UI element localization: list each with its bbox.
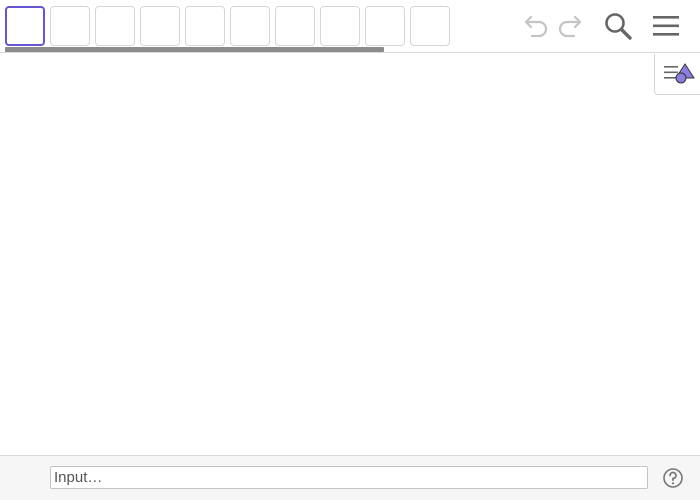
menu-icon[interactable] <box>650 10 682 42</box>
geogebra-app <box>0 0 700 500</box>
search-icon[interactable] <box>602 10 634 42</box>
tool-button-4[interactable] <box>140 6 180 46</box>
tool-button-10[interactable] <box>410 6 450 46</box>
redo-icon[interactable] <box>556 10 588 42</box>
tool-button-7[interactable] <box>275 6 315 46</box>
graphics-view[interactable] <box>0 53 700 455</box>
tool-button-5[interactable] <box>185 6 225 46</box>
tool-button-2[interactable] <box>50 6 90 46</box>
toolbar <box>0 0 700 53</box>
undo-icon[interactable] <box>518 10 550 42</box>
tool-button-1[interactable] <box>5 6 45 46</box>
tool-button-3[interactable] <box>95 6 135 46</box>
tool-button-9[interactable] <box>365 6 405 46</box>
style-bar-toggle-icon[interactable] <box>654 54 700 95</box>
help-icon[interactable] <box>662 467 684 489</box>
algebra-input[interactable] <box>50 466 648 489</box>
toolbar-scrollbar[interactable] <box>5 47 384 52</box>
tool-button-8[interactable] <box>320 6 360 46</box>
tool-group <box>5 6 450 46</box>
tool-button-6[interactable] <box>230 6 270 46</box>
algebra-input-bar <box>0 455 700 500</box>
